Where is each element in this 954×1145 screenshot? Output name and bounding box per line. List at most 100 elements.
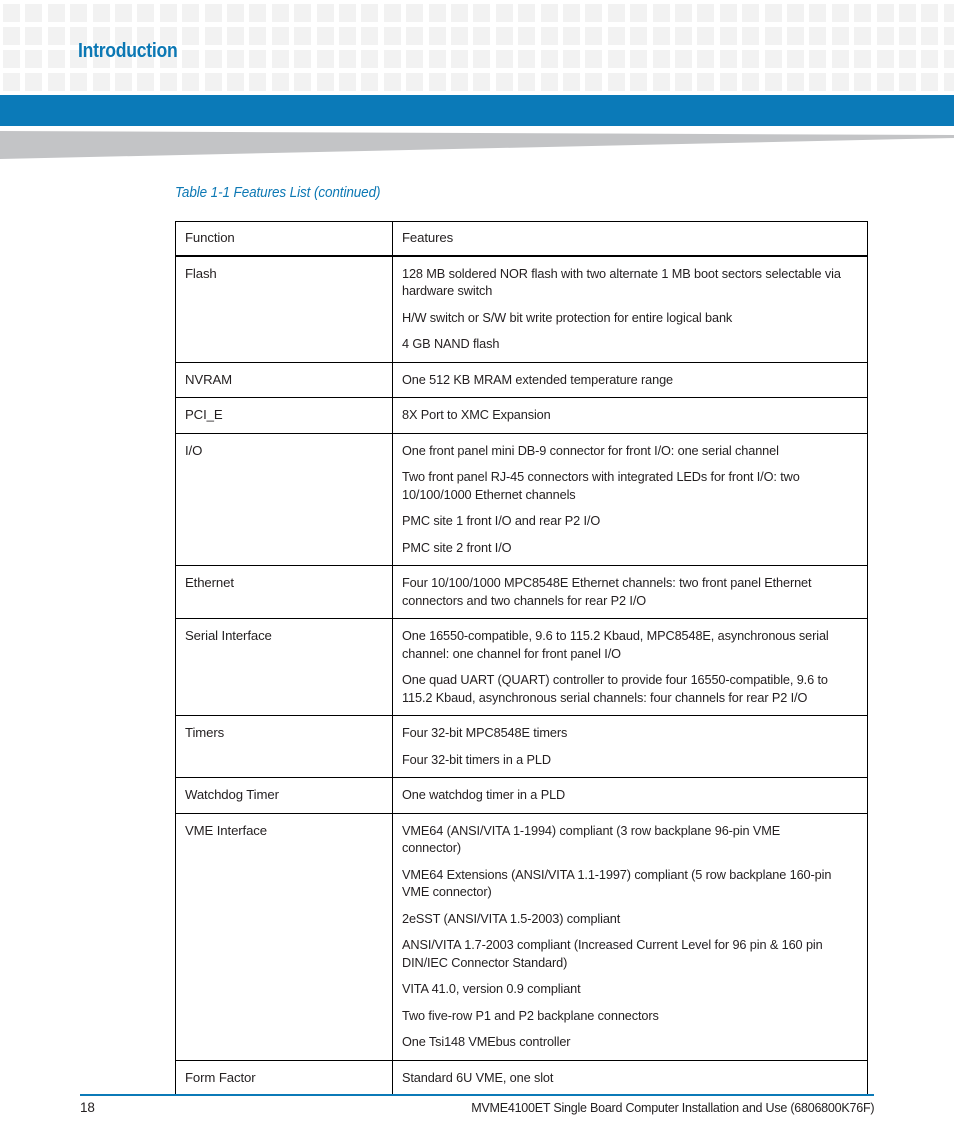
- pattern-cell: [317, 50, 334, 68]
- pattern-cell: [451, 27, 468, 45]
- pattern-cell: [518, 73, 535, 91]
- pattern-cell: [48, 4, 65, 22]
- pattern-cell: [518, 50, 535, 68]
- pattern-cell: [339, 27, 356, 45]
- pattern-cell: [921, 27, 938, 45]
- page-title: Introduction: [78, 40, 178, 62]
- pattern-cell: [317, 73, 334, 91]
- feature-line: VITA 41.0, version 0.9 compliant: [402, 981, 581, 996]
- pattern-cell: [115, 4, 132, 22]
- pattern-cell: [608, 50, 625, 68]
- pattern-cell: [944, 50, 954, 68]
- pattern-cell: [473, 4, 490, 22]
- pattern-cell: [182, 4, 199, 22]
- pattern-cell: [70, 73, 87, 91]
- cell-features: Four 10/100/1000 MPC8548E Ethernet chann…: [392, 565, 868, 619]
- features-table: Function Features Flash 128 MB soldered N…: [175, 221, 868, 1096]
- pattern-cell: [832, 4, 849, 22]
- pattern-cell: [608, 27, 625, 45]
- feature-line: 128 MB soldered NOR flash with two alter…: [402, 265, 841, 299]
- pattern-cell: [205, 27, 222, 45]
- pattern-cell: [653, 73, 670, 91]
- features-table-body: Flash 128 MB soldered NOR flash with two …: [175, 254, 868, 1096]
- pattern-cell: [697, 50, 714, 68]
- pattern-cell: [272, 4, 289, 22]
- feature-line: One quad UART (QUART) controller to prov…: [402, 672, 828, 705]
- page-header: Introduction: [0, 0, 954, 95]
- pattern-cell: [205, 50, 222, 68]
- pattern-cell: [921, 50, 938, 68]
- pattern-cell: [361, 50, 378, 68]
- pattern-cell: [585, 4, 602, 22]
- pattern-cell: [541, 27, 558, 45]
- pattern-cell: [697, 4, 714, 22]
- cell-function: PCI_E: [175, 397, 393, 434]
- pattern-cell: [182, 73, 199, 91]
- table-row: Watchdog Timer One watchdog timer in a PL…: [175, 777, 868, 814]
- pattern-cell: [563, 50, 580, 68]
- footer-page-number: 18: [80, 1100, 95, 1115]
- pattern-cell: [742, 50, 759, 68]
- pattern-cell: [742, 4, 759, 22]
- pattern-cell: [832, 50, 849, 68]
- pattern-cell: [339, 73, 356, 91]
- footer-document-title: MVME4100ET Single Board Computer Install…: [280, 1100, 874, 1115]
- pattern-cell: [25, 73, 42, 91]
- pattern-cell: [294, 73, 311, 91]
- pattern-cell: [877, 27, 894, 45]
- pattern-cell: [541, 50, 558, 68]
- pattern-cell: [720, 50, 737, 68]
- column-header-features: Features: [392, 221, 868, 257]
- pattern-cell: [205, 73, 222, 91]
- feature-line: Four 32-bit MPC8548E timers: [402, 725, 568, 740]
- pattern-cell: [48, 73, 65, 91]
- feature-line: One Tsi148 VMEbus controller: [402, 1034, 571, 1049]
- pattern-cell: [630, 73, 647, 91]
- pattern-cell: [294, 4, 311, 22]
- pattern-cell: [944, 27, 954, 45]
- pattern-cell: [339, 4, 356, 22]
- feature-line: 2eSST (ANSI/VITA 1.5-2003) compliant: [402, 910, 621, 926]
- pattern-cell: [720, 4, 737, 22]
- pattern-cell: [70, 4, 87, 22]
- pattern-cell: [630, 50, 647, 68]
- pattern-cell: [406, 50, 423, 68]
- pattern-cell: [249, 27, 266, 45]
- pattern-cell: [384, 27, 401, 45]
- cell-function: Watchdog Timer: [175, 777, 393, 814]
- table-row: I/O One front panel mini DB-9 connector f…: [175, 432, 868, 566]
- pattern-cell: [518, 4, 535, 22]
- pattern-cell: [3, 50, 20, 68]
- feature-line: 4 GB NAND flash: [402, 336, 500, 351]
- pattern-cell: [720, 27, 737, 45]
- cell-function: VME Interface: [175, 812, 393, 1061]
- pattern-cell: [899, 27, 916, 45]
- feature-line: Standard 6U VME, one slot: [402, 1069, 554, 1085]
- pattern-cell: [630, 27, 647, 45]
- cell-function: Serial Interface: [175, 618, 393, 716]
- pattern-cell: [899, 4, 916, 22]
- pattern-cell: [944, 4, 954, 22]
- cell-features: One 512 KB MRAM extended temperature ran…: [392, 361, 868, 398]
- feature-line: PMC site 1 front I/O and rear P2 I/O: [402, 513, 601, 528]
- pattern-cell: [48, 27, 65, 45]
- pattern-cell: [317, 4, 334, 22]
- pattern-cell: [653, 27, 670, 45]
- pattern-cell: [384, 4, 401, 22]
- pattern-cell: [137, 4, 154, 22]
- feature-line: H/W switch or S/W bit write protection f…: [402, 309, 733, 325]
- column-header-function: Function: [175, 221, 393, 257]
- table-row: VME Interface VME64 (ANSI/VITA 1-1994) co…: [175, 812, 868, 1061]
- table-caption: Table 1-1 Features List (continued): [175, 185, 381, 201]
- pattern-cell: [765, 50, 782, 68]
- feature-line: One front panel mini DB-9 connector for …: [402, 442, 779, 458]
- pattern-cell: [272, 27, 289, 45]
- pattern-cell: [451, 4, 468, 22]
- pattern-cell: [765, 4, 782, 22]
- cell-function: Form Factor: [175, 1059, 393, 1096]
- table-row: Serial Interface One 16550-compatible, 9.…: [175, 618, 868, 716]
- pattern-cell: [451, 73, 468, 91]
- pattern-cell: [921, 73, 938, 91]
- feature-line: Four 10/100/1000 MPC8548E Ethernet chann…: [402, 575, 812, 608]
- pattern-cell: [585, 73, 602, 91]
